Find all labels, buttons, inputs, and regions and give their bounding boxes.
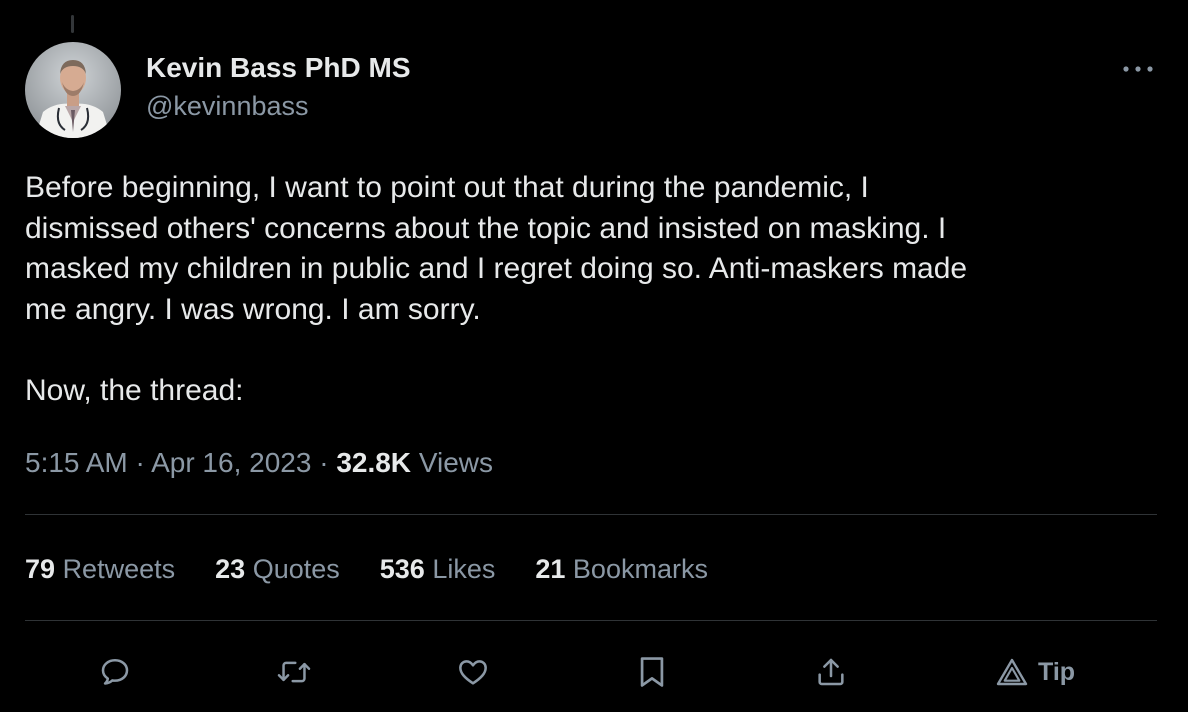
like-button[interactable] bbox=[451, 650, 495, 694]
reply-icon bbox=[101, 659, 129, 685]
share-icon bbox=[818, 658, 844, 686]
stat-bookmarks[interactable]: 21 Bookmarks bbox=[535, 552, 708, 586]
tip-button[interactable]: Tip bbox=[996, 652, 1075, 692]
thread-connector-line bbox=[71, 15, 74, 33]
retweet-icon bbox=[277, 661, 311, 683]
share-button[interactable] bbox=[809, 650, 853, 694]
bookmark-icon bbox=[640, 657, 664, 687]
stat-label: Bookmarks bbox=[572, 554, 708, 584]
tweet-meta: 5:15 AM · Apr 16, 2023 · 32.8K Views bbox=[25, 446, 493, 480]
stat-count: 21 bbox=[535, 554, 566, 584]
stat-quotes[interactable]: 23 Quotes bbox=[215, 552, 340, 586]
more-options-button[interactable] bbox=[1118, 56, 1158, 82]
engagement-stats: 79 Retweets 23 Quotes 536 Likes 21 Bookm… bbox=[25, 552, 748, 586]
stat-count: 536 bbox=[379, 554, 425, 584]
stat-retweets[interactable]: 79 Retweets bbox=[25, 552, 175, 586]
divider bbox=[25, 514, 1157, 515]
reply-button[interactable] bbox=[93, 650, 137, 694]
meta-separator: · bbox=[319, 447, 329, 478]
views-count: 32.8K bbox=[336, 447, 412, 478]
like-icon bbox=[459, 660, 487, 685]
author-name[interactable]: Kevin Bass PhD MS bbox=[146, 50, 411, 86]
more-icon bbox=[1123, 66, 1153, 72]
tip-icon bbox=[996, 658, 1028, 686]
stat-count: 23 bbox=[215, 554, 246, 584]
meta-separator: · bbox=[135, 447, 145, 478]
author-block: Kevin Bass PhD MS @kevinnbass bbox=[146, 50, 411, 124]
tip-label: Tip bbox=[1038, 657, 1076, 686]
tweet-date[interactable]: Apr 16, 2023 bbox=[151, 447, 311, 478]
author-handle[interactable]: @kevinnbass bbox=[146, 88, 411, 124]
avatar[interactable] bbox=[25, 42, 121, 138]
views-label: Views bbox=[418, 447, 493, 478]
stat-label: Likes bbox=[432, 554, 496, 584]
retweet-button[interactable] bbox=[272, 650, 316, 694]
stat-label: Retweets bbox=[62, 554, 176, 584]
tweet-text: Before beginning, I want to point out th… bbox=[25, 171, 968, 407]
stat-count: 79 bbox=[25, 554, 56, 584]
tweet-time[interactable]: 5:15 AM bbox=[25, 447, 128, 478]
stat-likes[interactable]: 536 Likes bbox=[380, 552, 496, 586]
bookmark-button[interactable] bbox=[630, 650, 674, 694]
divider bbox=[25, 620, 1157, 621]
stat-label: Quotes bbox=[252, 554, 340, 584]
